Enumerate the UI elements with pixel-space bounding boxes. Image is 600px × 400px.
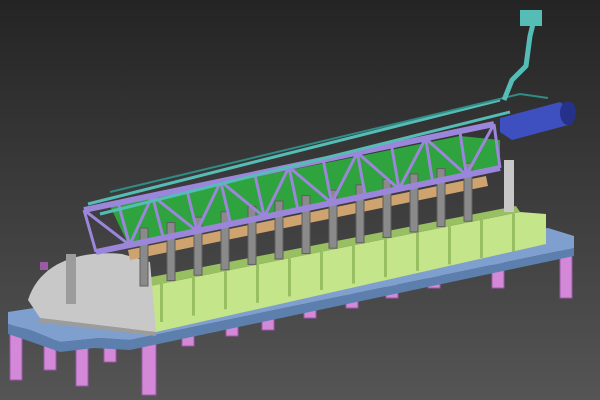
anode-column [274, 200, 284, 260]
tank-rib [448, 226, 451, 265]
tank-rib [480, 220, 483, 258]
end-post [504, 160, 514, 212]
tank-rib [224, 271, 227, 310]
tank-rib [288, 258, 291, 297]
hood-marker [40, 262, 48, 270]
support-leg [75, 343, 89, 387]
tank-rib [320, 252, 323, 290]
anode-column [139, 227, 149, 287]
anode-column [247, 205, 257, 265]
tank-rib [512, 213, 515, 252]
tank-rib [416, 232, 419, 271]
tank-rib [256, 264, 259, 303]
anode-column [220, 211, 230, 271]
hood-door [92, 256, 110, 302]
anode-column [166, 222, 176, 282]
tank-rib [192, 277, 195, 316]
anode-column [301, 195, 311, 255]
duct-opening [560, 101, 576, 125]
3d-viewport[interactable] [0, 0, 600, 400]
support-leg [141, 339, 157, 396]
end-frame [504, 160, 514, 212]
tank-rib [352, 245, 355, 284]
industrial-furnace-model [0, 0, 600, 400]
tank-rib [384, 239, 387, 278]
hood-panel [66, 254, 76, 304]
tank-rib [160, 284, 163, 322]
riser-hopper [520, 10, 542, 26]
